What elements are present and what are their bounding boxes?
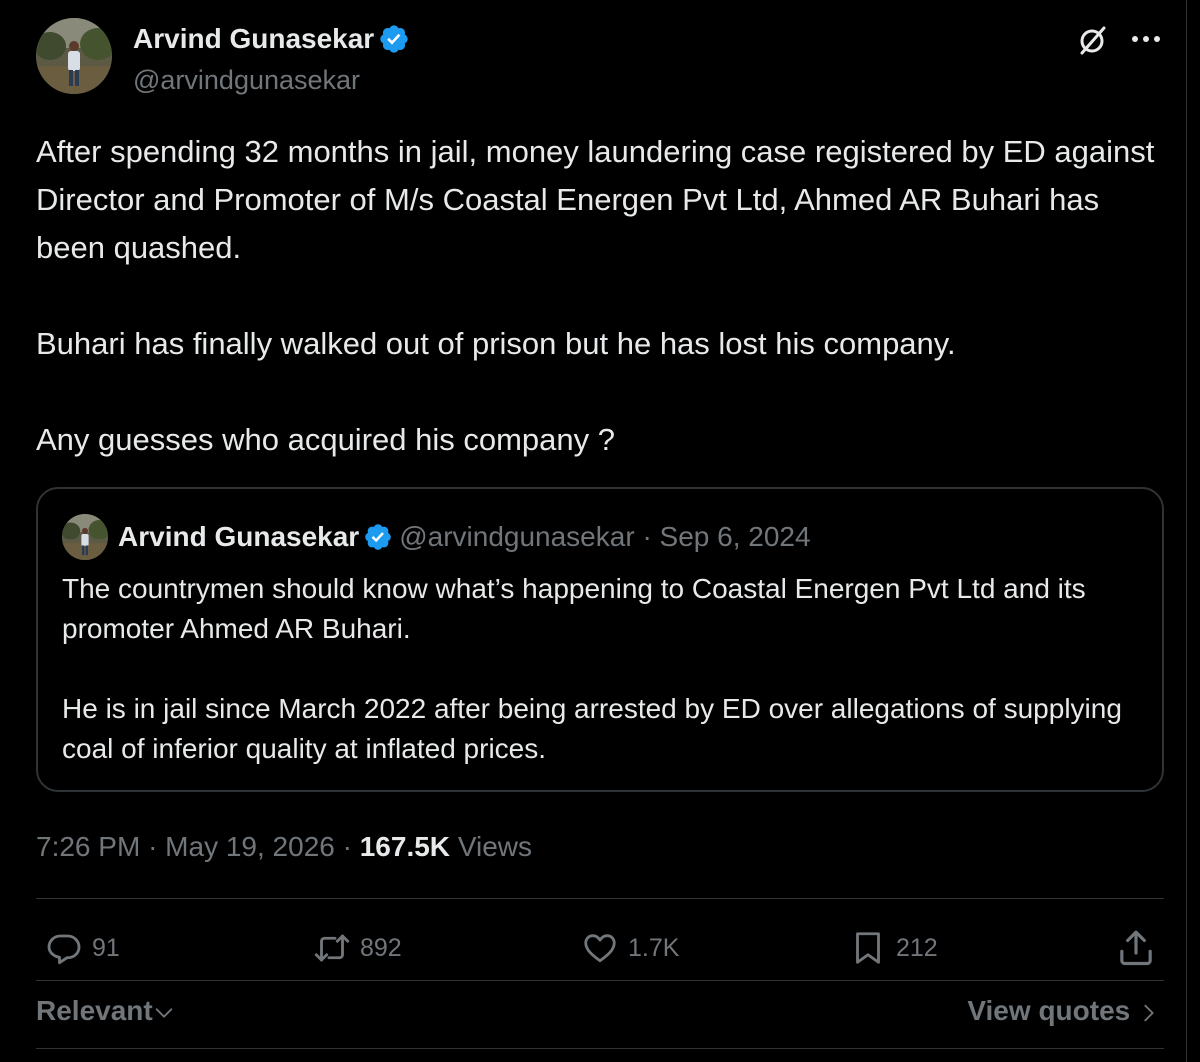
repost-count: 892 bbox=[360, 933, 402, 962]
like-count: 1.7K bbox=[628, 933, 680, 962]
quote-header: Arvind Gunasekar @arvindgunasekar · Sep 6… bbox=[118, 519, 811, 555]
quote-separator: · bbox=[642, 521, 652, 552]
tweet-paragraph: Any guesses who acquired his company ? bbox=[36, 422, 615, 457]
reply-button[interactable]: 91 bbox=[46, 926, 120, 970]
tweet-text: After spending 32 months in jail, money … bbox=[36, 128, 1176, 464]
tweet-paragraph: Buhari has finally walked out of prison … bbox=[36, 326, 956, 361]
grok-icon[interactable] bbox=[1074, 22, 1110, 58]
tweet-paragraph: After spending 32 months in jail, money … bbox=[36, 134, 1163, 265]
repost-icon bbox=[314, 934, 350, 962]
column-border bbox=[1186, 0, 1187, 1062]
chevron-down-icon bbox=[155, 1008, 172, 1018]
divider bbox=[36, 898, 1164, 899]
divider bbox=[36, 1048, 1164, 1049]
tweet-date[interactable]: May 19, 2026 bbox=[165, 831, 335, 862]
bookmark-button[interactable]: 212 bbox=[850, 926, 938, 970]
quote-paragraph: The countrymen should know what’s happen… bbox=[62, 573, 1086, 644]
tweet-meta: 7:26 PM · May 19, 2026 · 167.5K Views bbox=[36, 828, 532, 866]
verified-badge-icon bbox=[380, 24, 408, 53]
meta-separator: · bbox=[148, 831, 158, 862]
quote-avatar[interactable] bbox=[62, 514, 108, 560]
avatar[interactable] bbox=[36, 18, 112, 94]
sort-label: Relevant bbox=[36, 995, 153, 1026]
reply-icon bbox=[47, 934, 81, 965]
quote-text: The countrymen should know what’s happen… bbox=[62, 569, 1142, 769]
view-quotes-label: View quotes bbox=[967, 995, 1131, 1026]
reply-count: 91 bbox=[92, 933, 120, 962]
divider bbox=[36, 980, 1164, 981]
heart-icon bbox=[584, 934, 616, 963]
views-count[interactable]: 167.5K bbox=[360, 831, 450, 862]
verified-badge-icon bbox=[365, 523, 392, 550]
author-name[interactable]: Arvind Gunasekar bbox=[133, 20, 410, 58]
tweet: Arvind Gunasekar @arvindgunasekar After … bbox=[0, 0, 1200, 1062]
bookmark-count: 212 bbox=[896, 933, 938, 962]
more-icon[interactable] bbox=[1126, 24, 1166, 54]
like-button[interactable]: 1.7K bbox=[582, 926, 679, 970]
quote-paragraph: He is in jail since March 2022 after bei… bbox=[62, 693, 1122, 764]
quote-author-name[interactable]: Arvind Gunasekar bbox=[118, 521, 359, 552]
author-name-text[interactable]: Arvind Gunasekar bbox=[133, 23, 374, 54]
views-label[interactable]: Views bbox=[458, 831, 532, 862]
tweet-time[interactable]: 7:26 PM bbox=[36, 831, 140, 862]
share-icon[interactable] bbox=[1116, 928, 1156, 968]
meta-separator: · bbox=[342, 831, 352, 862]
quote-date[interactable]: Sep 6, 2024 bbox=[660, 521, 811, 552]
bookmark-icon bbox=[856, 932, 880, 964]
quoted-tweet-card[interactable]: Arvind Gunasekar @arvindgunasekar · Sep 6… bbox=[36, 487, 1164, 792]
quote-author-handle[interactable]: @arvindgunasekar bbox=[399, 521, 634, 552]
view-quotes-link[interactable]: View quotes bbox=[967, 993, 1160, 1029]
author-handle[interactable]: @arvindgunasekar bbox=[133, 62, 360, 98]
repost-button[interactable]: 892 bbox=[314, 926, 402, 970]
chevron-right-icon bbox=[1144, 1004, 1154, 1021]
sort-relevant-dropdown[interactable]: Relevant bbox=[36, 993, 175, 1029]
